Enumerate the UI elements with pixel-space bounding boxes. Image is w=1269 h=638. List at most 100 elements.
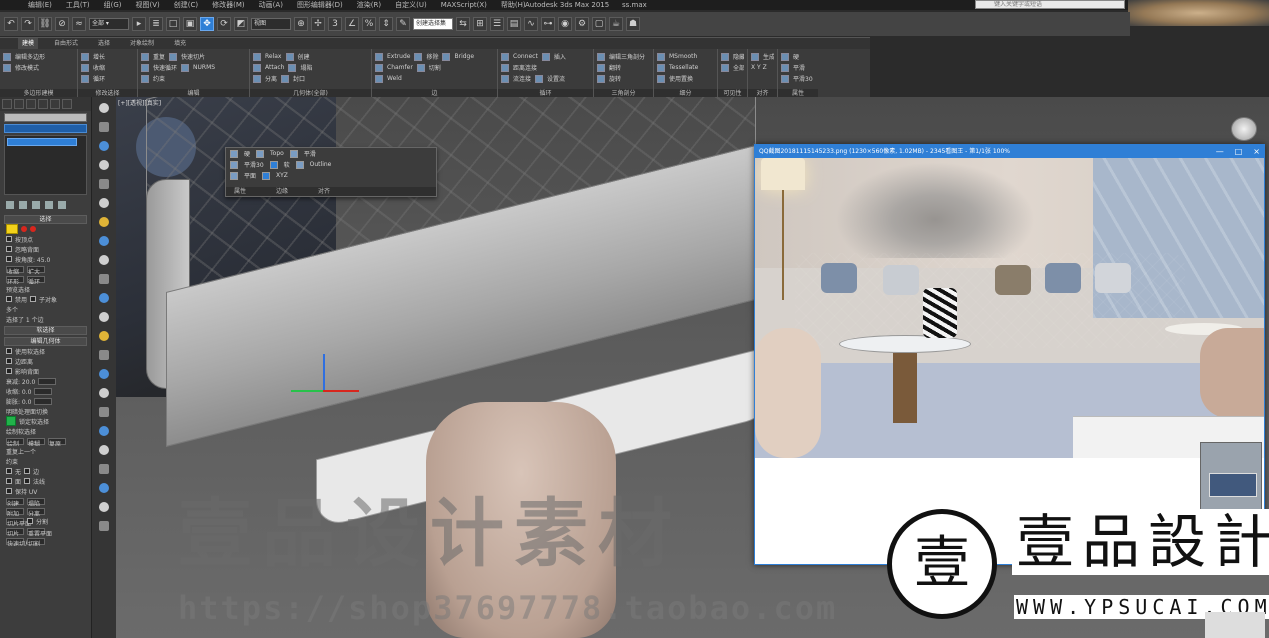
create-tab-icon[interactable]	[2, 99, 12, 109]
unlink-icon[interactable]: ⊘	[55, 17, 69, 31]
gizmo-z-axis[interactable]	[323, 354, 325, 390]
ribbon-item[interactable]: Weld	[387, 75, 402, 82]
pivot-icon[interactable]: ⊕	[294, 17, 308, 31]
ribbon-item[interactable]: 编辑多边形	[15, 52, 45, 61]
border-mode-icon[interactable]	[30, 226, 36, 232]
panel-item[interactable]: Outline	[310, 161, 332, 168]
tube-icon[interactable]	[99, 407, 109, 417]
falloff-spinner[interactable]	[38, 377, 57, 385]
menu-item[interactable]: 渲染(R)	[357, 0, 381, 10]
teapot-icon[interactable]	[99, 255, 109, 265]
pyramid-icon[interactable]	[99, 445, 109, 455]
menu-item[interactable]: 视图(V)	[136, 0, 160, 10]
globe-icon[interactable]	[99, 293, 109, 303]
image-viewer-window[interactable]: QQ截图20181115145233.png (1230×560像素, 1.02…	[754, 144, 1265, 565]
viewcube-icon[interactable]	[1231, 117, 1257, 141]
image-viewer-title[interactable]: QQ截图20181115145233.png (1230×560像素, 1.02…	[755, 145, 1264, 158]
display-tab-icon[interactable]	[50, 99, 60, 109]
ribbon-item[interactable]: X Y Z	[751, 64, 767, 71]
maximize-icon[interactable]: □	[1235, 147, 1243, 156]
ribbon-item[interactable]: 距离连接	[513, 63, 537, 72]
spinner-snap-icon[interactable]: ⇕	[379, 17, 393, 31]
attach-icon[interactable]	[253, 63, 261, 72]
utilities-tab-icon[interactable]	[62, 99, 72, 109]
extrude-icon[interactable]	[375, 52, 383, 61]
angle-snap-icon[interactable]: ∠	[345, 17, 359, 31]
insert-icon[interactable]	[541, 52, 550, 61]
snap-toggle-icon[interactable]: 3	[328, 17, 342, 31]
edge-mode-icon[interactable]	[21, 226, 27, 232]
redo-icon[interactable]: ↷	[21, 17, 35, 31]
panel-item[interactable]: XYZ	[276, 172, 288, 179]
configure-sets-icon[interactable]	[58, 201, 66, 209]
topo-icon[interactable]	[256, 149, 265, 158]
turn-icon[interactable]	[597, 74, 605, 83]
connect-icon[interactable]	[501, 52, 509, 61]
attach-button[interactable]: 附加	[6, 507, 24, 516]
graphite-ribbon-icon[interactable]: ▤	[507, 17, 521, 31]
cut-button[interactable]: 切割	[27, 537, 45, 546]
ribbon-item[interactable]: MSmooth	[669, 53, 697, 60]
repeat-icon[interactable]	[141, 52, 149, 61]
render-icon[interactable]: ☕	[609, 17, 623, 31]
ribbon-item[interactable]: Bridge	[454, 53, 474, 60]
scale-icon[interactable]: ◩	[234, 17, 248, 31]
ribbon-item[interactable]: 重复	[153, 52, 165, 61]
box-icon[interactable]	[99, 274, 109, 284]
modifier-list-select[interactable]	[4, 124, 87, 133]
menu-item[interactable]: 工具(T)	[66, 0, 90, 10]
weld-icon[interactable]	[375, 74, 383, 83]
radio[interactable]	[6, 468, 12, 474]
ribbon-item[interactable]: 翻转	[609, 63, 621, 72]
plane-icon[interactable]	[99, 350, 109, 360]
slice-button[interactable]: 切片	[6, 527, 24, 536]
helpers-icon[interactable]	[99, 179, 109, 189]
cone-icon[interactable]	[99, 426, 109, 436]
gizmo-y-axis[interactable]	[291, 390, 323, 392]
flow-connect-icon[interactable]	[501, 74, 509, 83]
tab-modeling[interactable]: 建模	[18, 38, 39, 49]
ribbon-item[interactable]: 循环	[93, 74, 105, 83]
smooth-icon[interactable]	[781, 63, 789, 72]
ribbon-item[interactable]: 插入	[554, 52, 566, 61]
select-by-name-icon[interactable]: ≣	[149, 17, 163, 31]
menu-item[interactable]: 编辑(E)	[28, 0, 52, 10]
view-select[interactable]: 视图	[251, 18, 291, 30]
menu-item[interactable]: 图形编辑器(D)	[297, 0, 343, 10]
remove-icon[interactable]	[414, 52, 423, 61]
ribbon-item[interactable]: 快速切片	[181, 52, 205, 61]
move-icon[interactable]: ✥	[200, 17, 214, 31]
ribbon-item[interactable]: 快速循环	[153, 63, 177, 72]
quickslice-icon[interactable]	[169, 52, 178, 61]
render-production-icon[interactable]: ☗	[626, 17, 640, 31]
ribbon-item[interactable]: 编辑三角剖分	[609, 52, 645, 61]
radio[interactable]	[30, 296, 37, 302]
planar-icon[interactable]	[230, 171, 238, 180]
shapes-icon[interactable]	[99, 122, 109, 132]
checkbox[interactable]	[6, 368, 12, 374]
edit-poly-icon[interactable]	[3, 52, 11, 61]
detach-button[interactable]: 分离	[27, 507, 45, 516]
menu-item[interactable]: 修改器(M)	[212, 0, 245, 10]
align-icon[interactable]: ⊞	[473, 17, 487, 31]
modifier-stack[interactable]	[4, 135, 87, 195]
relax-icon[interactable]	[253, 52, 261, 61]
loop-icon[interactable]	[81, 74, 89, 83]
rollout-soft-selection[interactable]: 软选择	[4, 326, 87, 335]
checkbox[interactable]	[6, 348, 12, 354]
ribbon-item[interactable]: 全部取消隐藏	[733, 63, 744, 72]
pin-stack-icon[interactable]	[6, 201, 14, 209]
ribbon-item[interactable]: 平滑30	[793, 74, 813, 83]
swiftloop-icon[interactable]	[141, 63, 149, 72]
ribbon-item[interactable]: 切割	[429, 63, 441, 72]
lights-icon[interactable]	[99, 141, 109, 151]
ring-button[interactable]: 环形	[6, 275, 24, 284]
checkbox[interactable]	[6, 256, 12, 262]
rendered-frame-icon[interactable]: ▢	[592, 17, 606, 31]
shrink-button[interactable]: 收缩	[6, 265, 24, 274]
constraints-icon[interactable]	[141, 74, 149, 83]
edit-named-sets-icon[interactable]: ✎	[396, 17, 410, 31]
detach-icon[interactable]	[253, 74, 261, 83]
checkbox[interactable]	[6, 236, 12, 242]
cap-icon[interactable]	[281, 74, 290, 83]
